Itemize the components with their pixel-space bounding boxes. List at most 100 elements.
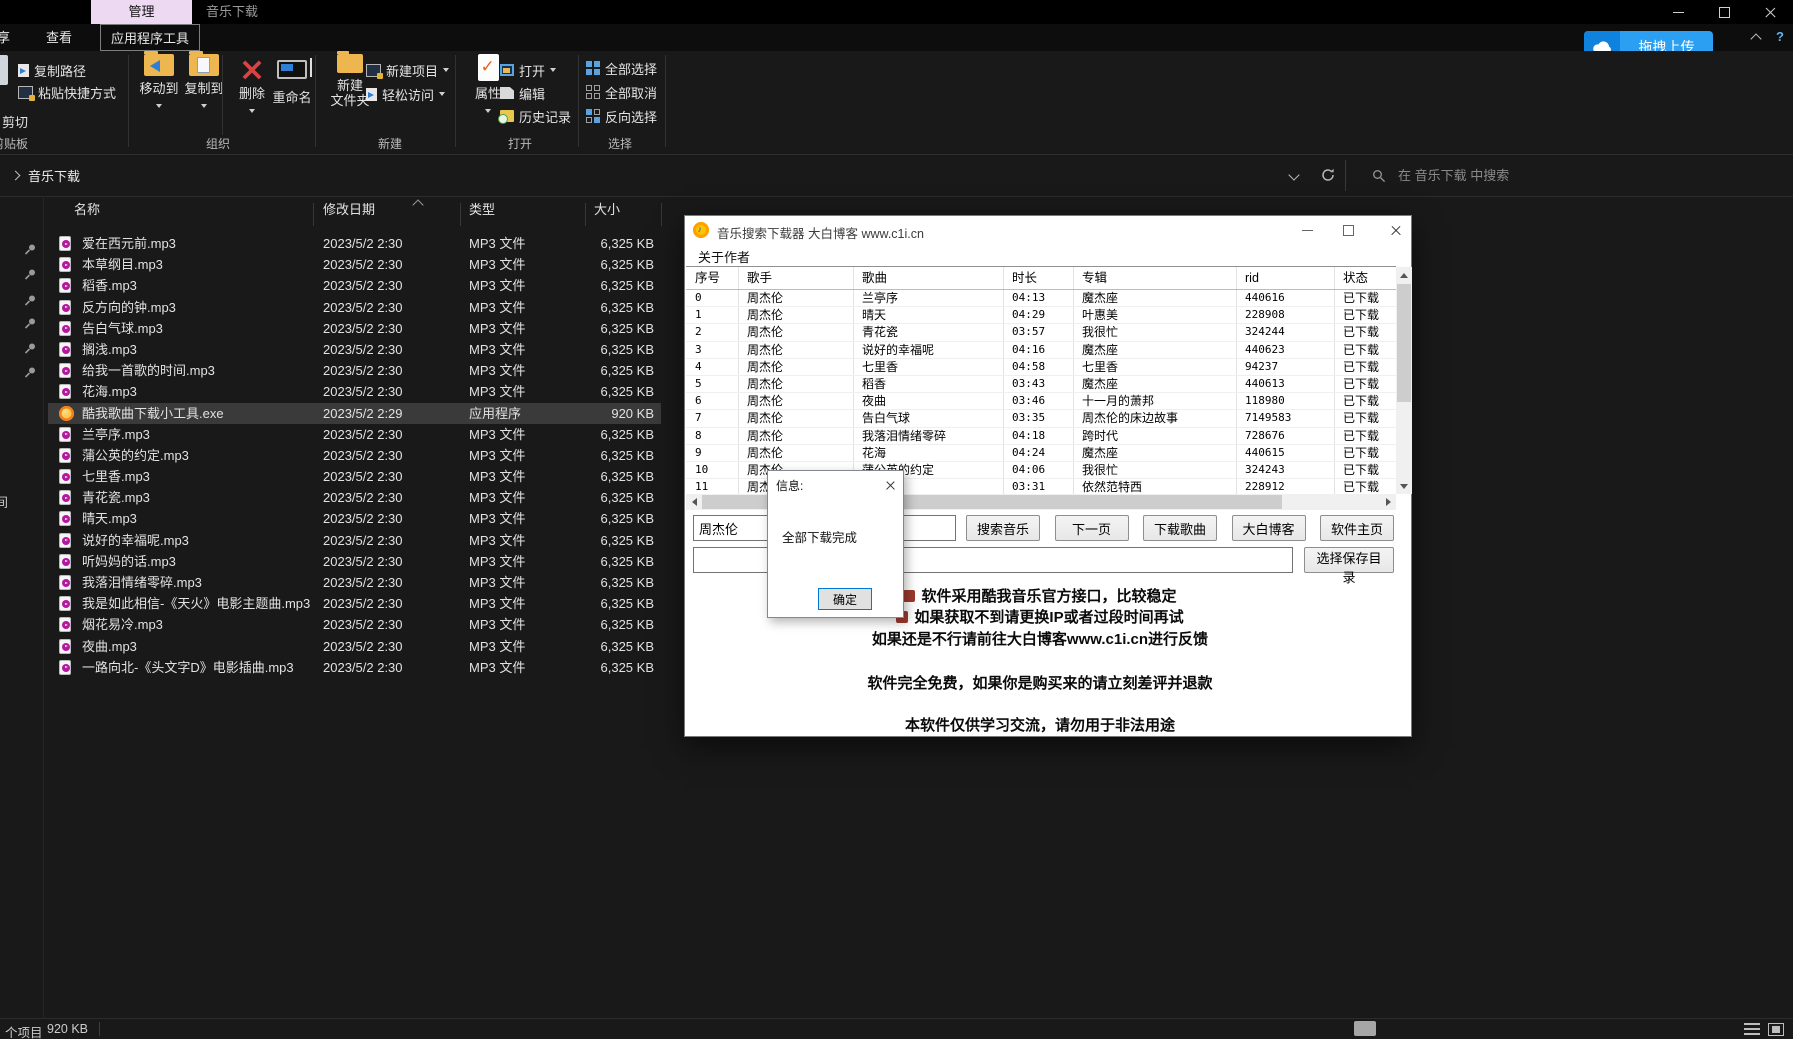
song-row[interactable]: 2 周杰伦 青花瓷 03:57 我很忙 324244 已下载: [686, 324, 1396, 341]
file-row[interactable]: 花海.mp3 2023/5/2 2:30 MP3 文件 6,325 KB: [48, 381, 661, 402]
col-index[interactable]: 序号: [686, 267, 738, 289]
song-row[interactable]: 9 周杰伦 花海 04:24 魔杰座 440615 已下载: [686, 445, 1396, 462]
song-row[interactable]: 5 周杰伦 稻香 03:43 魔杰座 440613 已下载: [686, 376, 1396, 393]
history-button[interactable]: 历史记录: [500, 106, 571, 126]
new-item-button[interactable]: 新建项目: [366, 60, 449, 80]
column-header-type[interactable]: 类型: [469, 199, 495, 228]
navigation-pane[interactable]: 间: [0, 196, 44, 1018]
scroll-right-icon[interactable]: [1380, 494, 1396, 510]
open-button[interactable]: 打开: [500, 60, 556, 80]
edit-button[interactable]: 编辑: [500, 83, 545, 103]
help-icon[interactable]: ?: [1776, 29, 1784, 44]
file-row[interactable]: 七里香.mp3 2023/5/2 2:30 MP3 文件 6,325 KB: [48, 466, 661, 487]
minimize-button[interactable]: [1655, 0, 1701, 24]
file-row[interactable]: 我落泪情绪零碎.mp3 2023/5/2 2:30 MP3 文件 6,325 K…: [48, 572, 661, 593]
file-row[interactable]: 说好的幸福呢.mp3 2023/5/2 2:30 MP3 文件 6,325 KB: [48, 530, 661, 551]
breadcrumb[interactable]: 音乐下载: [12, 166, 80, 185]
column-header-date[interactable]: 修改日期: [323, 199, 375, 228]
file-row[interactable]: 搁浅.mp3 2023/5/2 2:30 MP3 文件 6,325 KB: [48, 339, 661, 360]
app-close-button[interactable]: [1381, 220, 1411, 240]
song-row[interactable]: 1 周杰伦 晴天 04:29 叶惠美 228908 已下载: [686, 307, 1396, 324]
app-action-button[interactable]: 下一页: [1055, 515, 1129, 541]
maximize-button[interactable]: [1701, 0, 1747, 24]
app-titlebar[interactable]: 音乐搜索下载器 大白博客 www.c1i.cn: [685, 216, 1411, 244]
tab-application-tools[interactable]: 应用程序工具: [100, 24, 200, 51]
search-box[interactable]: [1345, 160, 1785, 191]
app-action-button[interactable]: 搜索音乐: [966, 515, 1040, 541]
invert-selection-button[interactable]: 反向选择: [586, 106, 657, 126]
col-artist[interactable]: 歌手: [738, 267, 853, 289]
scroll-left-icon[interactable]: [686, 494, 702, 510]
file-row[interactable]: 我是如此相信-《天火》电影主题曲.mp3 2023/5/2 2:30 MP3 文…: [48, 593, 661, 614]
nav-item-partial-label[interactable]: 间: [0, 492, 8, 511]
file-row[interactable]: 告白气球.mp3 2023/5/2 2:30 MP3 文件 6,325 KB: [48, 318, 661, 339]
file-row[interactable]: 反方向的钟.mp3 2023/5/2 2:30 MP3 文件 6,325 KB: [48, 297, 661, 318]
tab-share[interactable]: 共享: [0, 24, 10, 51]
menu-about-author[interactable]: 关于作者: [698, 247, 750, 266]
song-row[interactable]: 7 周杰伦 告白气球 03:35 周杰伦的床边故事 7149583 已下载: [686, 410, 1396, 427]
easy-access-button[interactable]: 轻松访问: [366, 84, 445, 104]
column-header-name[interactable]: 名称: [74, 199, 100, 228]
app-minimize-button[interactable]: [1292, 220, 1322, 240]
col-duration[interactable]: 时长: [1003, 267, 1073, 289]
thumbnail-view-icon[interactable]: [1768, 1023, 1784, 1036]
file-row[interactable]: 青花瓷.mp3 2023/5/2 2:30 MP3 文件 6,325 KB: [48, 487, 661, 508]
pin-icon[interactable]: [24, 317, 37, 333]
file-row[interactable]: 酷我歌曲下载小工具.exe 2023/5/2 2:29 应用程序 920 KB: [48, 403, 661, 424]
address-bar[interactable]: 音乐下载: [0, 155, 1793, 197]
column-header-size[interactable]: 大小: [594, 199, 620, 228]
pin-icon[interactable]: [24, 294, 37, 310]
select-none-button[interactable]: 全部取消: [586, 82, 657, 102]
close-button[interactable]: [1747, 0, 1793, 24]
select-all-button[interactable]: 全部选择: [586, 58, 657, 78]
copy-path-button[interactable]: 复制路径: [18, 60, 86, 80]
dialog-close-button[interactable]: [883, 478, 897, 492]
file-row[interactable]: 听妈妈的话.mp3 2023/5/2 2:30 MP3 文件 6,325 KB: [48, 551, 661, 572]
col-rid[interactable]: rid: [1236, 267, 1334, 289]
app-action-button[interactable]: 大白博客: [1232, 515, 1306, 541]
app-action-button[interactable]: 软件主页: [1320, 515, 1394, 541]
file-row[interactable]: 稻香.mp3 2023/5/2 2:30 MP3 文件 6,325 KB: [48, 275, 661, 296]
rename-button[interactable]: 重命名: [262, 54, 322, 105]
scrollbar-thumb[interactable]: [1397, 284, 1411, 402]
song-row[interactable]: 6 周杰伦 夜曲 03:46 十一月的萧邦 118980 已下载: [686, 393, 1396, 410]
pin-icon[interactable]: [24, 268, 37, 284]
song-row[interactable]: 0 周杰伦 兰亭序 04:13 魔杰座 440616 已下载: [686, 290, 1396, 307]
file-row[interactable]: 给我一首歌的时间.mp3 2023/5/2 2:30 MP3 文件 6,325 …: [48, 360, 661, 381]
collapse-ribbon-icon[interactable]: [1750, 33, 1761, 44]
col-album[interactable]: 专辑: [1073, 267, 1236, 289]
song-row[interactable]: 8 周杰伦 我落泪情绪零碎 04:18 跨时代 728676 已下载: [686, 428, 1396, 445]
pin-icon[interactable]: [24, 342, 37, 358]
details-view-icon[interactable]: [1744, 1023, 1760, 1036]
file-row[interactable]: 本草纲目.mp3 2023/5/2 2:30 MP3 文件 6,325 KB: [48, 254, 661, 275]
tab-view[interactable]: 查看: [46, 24, 72, 51]
titlebar-contextual-tab-manage[interactable]: 管理: [91, 0, 192, 24]
paste-shortcut-button[interactable]: 粘贴快捷方式: [18, 82, 116, 102]
app-action-button[interactable]: 下载歌曲: [1143, 515, 1217, 541]
refresh-icon[interactable]: [1320, 167, 1336, 186]
col-song[interactable]: 歌曲: [853, 267, 1003, 289]
scroll-up-icon[interactable]: [1396, 267, 1412, 283]
file-row[interactable]: 蒲公英的约定.mp3 2023/5/2 2:30 MP3 文件 6,325 KB: [48, 445, 661, 466]
file-row[interactable]: 夜曲.mp3 2023/5/2 2:30 MP3 文件 6,325 KB: [48, 636, 661, 657]
scroll-down-icon[interactable]: [1396, 478, 1412, 494]
app-maximize-button[interactable]: [1333, 220, 1363, 240]
file-row[interactable]: 一路向北-《头文字D》电影插曲.mp3 2023/5/2 2:30 MP3 文件…: [48, 657, 661, 678]
song-row[interactable]: 4 周杰伦 七里香 04:58 七里香 94237 已下载: [686, 359, 1396, 376]
search-input[interactable]: [1396, 167, 1760, 184]
pin-icon[interactable]: [24, 366, 37, 382]
song-rid: 228908: [1236, 307, 1334, 323]
file-row[interactable]: 兰亭序.mp3 2023/5/2 2:30 MP3 文件 6,325 KB: [48, 424, 661, 445]
file-row[interactable]: 晴天.mp3 2023/5/2 2:30 MP3 文件 6,325 KB: [48, 508, 661, 529]
address-dropdown-icon[interactable]: [1288, 169, 1299, 180]
choose-save-dir-button[interactable]: 选择保存目录: [1304, 547, 1394, 573]
dialog-ok-button[interactable]: 确定: [818, 588, 872, 610]
song-row[interactable]: 3 周杰伦 说好的幸福呢 04:16 魔杰座 440623 已下载: [686, 342, 1396, 359]
col-status[interactable]: 状态: [1334, 267, 1396, 289]
paste-button-partial[interactable]: [0, 55, 8, 85]
file-row[interactable]: 爱在西元前.mp3 2023/5/2 2:30 MP3 文件 6,325 KB: [48, 233, 661, 254]
file-row[interactable]: 烟花易冷.mp3 2023/5/2 2:30 MP3 文件 6,325 KB: [48, 614, 661, 635]
pin-icon[interactable]: [24, 243, 37, 259]
cut-button[interactable]: 剪切: [2, 111, 28, 131]
vertical-scrollbar[interactable]: [1396, 267, 1412, 494]
